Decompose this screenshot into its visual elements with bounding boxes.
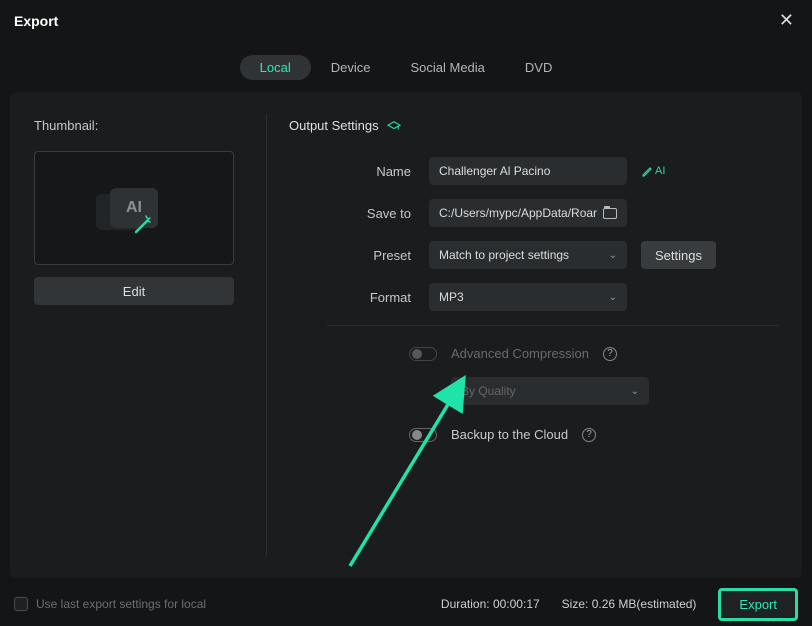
preset-value: Match to project settings [439, 248, 569, 262]
quality-value: By Quality [461, 384, 516, 398]
chevron-down-icon: ⌄ [631, 386, 639, 397]
titlebar: Export ✕ [0, 0, 812, 37]
use-last-settings-checkbox[interactable] [14, 597, 28, 611]
preset-row: Preset Match to project settings ⌄ Setti… [289, 241, 778, 269]
preset-settings-button[interactable]: Settings [641, 241, 716, 269]
output-settings-label: Output Settings [289, 118, 379, 133]
advanced-compression-label: Advanced Compression [451, 346, 589, 361]
pencil-icon [641, 165, 653, 177]
window-title: Export [14, 13, 58, 29]
save-to-row: Save to C:/Users/mypc/AppData/Roar [289, 199, 778, 227]
folder-icon[interactable] [603, 208, 617, 219]
edit-thumbnail-button[interactable]: Edit [34, 277, 234, 305]
help-icon[interactable]: ? [603, 347, 617, 361]
name-label: Name [289, 164, 429, 179]
ai-label: AI [655, 165, 665, 177]
export-button[interactable]: Export [718, 588, 798, 621]
advanced-compression-toggle [409, 347, 437, 361]
output-settings-column: Output Settings Name AI Save to C:/Users… [267, 118, 778, 552]
use-last-settings-row: Use last export settings for local [14, 597, 206, 611]
chevron-down-icon: ⌄ [609, 250, 617, 261]
thumbnail-label: Thumbnail: [34, 118, 252, 133]
preset-label: Preset [289, 248, 429, 263]
size-value: 0.26 MB(estimated) [592, 597, 697, 611]
graduation-cap-icon[interactable] [387, 120, 401, 132]
magic-wand-icon [132, 212, 156, 236]
save-to-label: Save to [289, 206, 429, 221]
tab-local[interactable]: Local [240, 55, 311, 80]
thumbnail-column: Thumbnail: AI Edit [34, 118, 266, 552]
thumbnail-preview[interactable]: AI [34, 151, 234, 265]
export-panel: Thumbnail: AI Edit Output Settings Name [10, 92, 802, 578]
quality-select: By Quality ⌄ [451, 377, 649, 405]
format-value: MP3 [439, 290, 464, 304]
footer: Use last export settings for local Durat… [0, 582, 812, 626]
format-label: Format [289, 290, 429, 305]
export-meta: Duration: 00:00:17 Size: 0.26 MB(estimat… [441, 588, 798, 621]
duration-value: 00:00:17 [493, 597, 540, 611]
size-label: Size: [562, 597, 589, 611]
settings-divider [327, 325, 778, 326]
name-input[interactable] [429, 157, 627, 185]
help-icon[interactable]: ? [582, 428, 596, 442]
backup-cloud-row: Backup to the Cloud ? [409, 427, 778, 442]
advanced-compression-row: Advanced Compression ? [409, 346, 778, 361]
backup-cloud-toggle[interactable] [409, 428, 437, 442]
save-to-path: C:/Users/mypc/AppData/Roar [439, 206, 599, 220]
format-row: Format MP3 ⌄ [289, 283, 778, 311]
format-select[interactable]: MP3 ⌄ [429, 283, 627, 311]
advanced-sub-row: By Quality ⌄ [451, 377, 778, 405]
tab-device[interactable]: Device [311, 55, 391, 80]
backup-cloud-label: Backup to the Cloud [451, 427, 568, 442]
chevron-down-icon: ⌄ [609, 292, 617, 303]
save-to-input[interactable]: C:/Users/mypc/AppData/Roar [429, 199, 627, 227]
use-last-settings-label: Use last export settings for local [36, 597, 206, 611]
close-icon[interactable]: ✕ [775, 10, 798, 31]
duration-meta: Duration: 00:00:17 [441, 597, 540, 611]
duration-label: Duration: [441, 597, 490, 611]
name-row: Name AI [289, 157, 778, 185]
tab-dvd[interactable]: DVD [505, 55, 572, 80]
preset-select[interactable]: Match to project settings ⌄ [429, 241, 627, 269]
output-settings-heading: Output Settings [289, 118, 778, 133]
size-meta: Size: 0.26 MB(estimated) [562, 597, 697, 611]
tab-social-media[interactable]: Social Media [390, 55, 504, 80]
export-tabs: Local Device Social Media DVD [0, 37, 812, 92]
ai-rename-button[interactable]: AI [641, 165, 665, 177]
